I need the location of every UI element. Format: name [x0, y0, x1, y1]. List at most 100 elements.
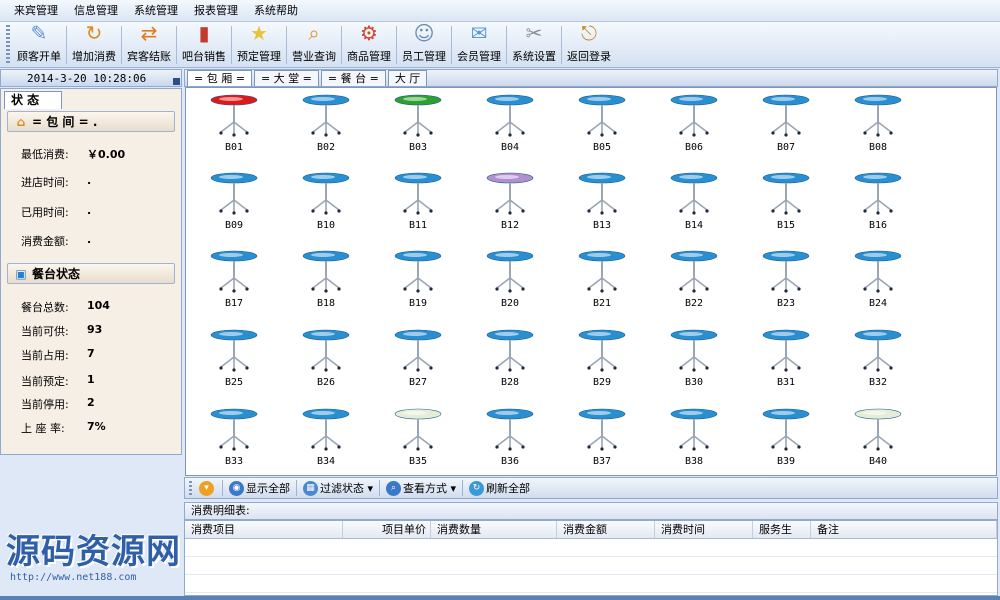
- table-B35[interactable]: B35: [388, 408, 448, 470]
- tab-lobby[interactable]: = 大 堂 =: [253, 70, 319, 86]
- table-free-icon: [210, 250, 258, 293]
- table-B29[interactable]: B29: [572, 329, 632, 391]
- filter-button-3[interactable]: ⌕ 查看方式 ▾: [383, 480, 459, 496]
- toolbar-button-1[interactable]: ↻ 增加消费: [68, 21, 120, 67]
- detail-column-header[interactable]: 消费项目: [185, 521, 343, 538]
- collapse-corner-icon[interactable]: [173, 78, 180, 85]
- menu-info[interactable]: 信息管理: [66, 0, 126, 22]
- tab-dining-table[interactable]: = 餐 台 =: [320, 70, 386, 86]
- filter-button-1[interactable]: ◉ 显示全部: [226, 480, 293, 496]
- menu-guest[interactable]: 来宾管理: [6, 0, 66, 22]
- table-B36[interactable]: B36: [480, 408, 540, 470]
- toolbar-grip[interactable]: [6, 25, 10, 63]
- table-B28[interactable]: B28: [480, 329, 540, 391]
- detail-row[interactable]: [185, 575, 997, 593]
- table-B02[interactable]: B02: [296, 94, 356, 156]
- table-B01[interactable]: B01: [204, 94, 264, 156]
- table-B13[interactable]: B13: [572, 172, 632, 234]
- filter-button-0[interactable]: ▾: [196, 480, 219, 496]
- menu-report[interactable]: 报表管理: [186, 0, 246, 22]
- filter-grip[interactable]: [189, 481, 192, 495]
- detail-column-header[interactable]: 项目单价: [343, 521, 431, 538]
- table-B10[interactable]: B10: [296, 172, 356, 234]
- table-label: B35: [408, 456, 428, 467]
- table-B08[interactable]: B08: [848, 94, 908, 156]
- table-B26[interactable]: B26: [296, 329, 356, 391]
- table-B39[interactable]: B39: [756, 408, 816, 470]
- table-free-icon: [854, 94, 902, 137]
- table-B03[interactable]: B03: [388, 94, 448, 156]
- filter-button-2[interactable]: ▦ 过滤状态 ▾: [300, 480, 376, 496]
- table-B05[interactable]: B05: [572, 94, 632, 156]
- toolbar-button-8[interactable]: ✉ 会员管理: [453, 21, 505, 67]
- table-B19[interactable]: B19: [388, 250, 448, 312]
- menu-help[interactable]: 系统帮助: [246, 0, 306, 22]
- table-B27[interactable]: B27: [388, 329, 448, 391]
- table-label: B21: [592, 298, 612, 309]
- table-reserved-icon: [394, 94, 442, 137]
- table-free-icon: [762, 172, 810, 215]
- table-B14[interactable]: B14: [664, 172, 724, 234]
- tab-private-room[interactable]: = 包 厢 =: [187, 70, 252, 86]
- table-stat: 餐台总数: 104: [21, 299, 110, 315]
- table-B33[interactable]: B33: [204, 408, 264, 470]
- toolbar-button-7[interactable]: ☺ 员工管理: [398, 21, 450, 67]
- table-B25[interactable]: B25: [204, 329, 264, 391]
- toolbar-button-9[interactable]: ✂ 系统设置: [508, 21, 560, 67]
- table-B06[interactable]: B06: [664, 94, 724, 156]
- table-B40[interactable]: B40: [848, 408, 908, 470]
- table-B09[interactable]: B09: [204, 172, 264, 234]
- reservation-icon: ★: [250, 21, 268, 45]
- detail-row[interactable]: [185, 539, 997, 557]
- toolbar-separator: [121, 26, 122, 64]
- toolbar-button-0[interactable]: ✎ 顾客开单: [13, 21, 65, 67]
- detail-column-header[interactable]: 服务生: [753, 521, 811, 538]
- toolbar-button-5[interactable]: ⌕ 营业查询: [288, 21, 340, 67]
- table-B30[interactable]: B30: [664, 329, 724, 391]
- filter-button-4[interactable]: ↻ 刷新全部: [466, 480, 533, 496]
- table-stopped-icon: [394, 408, 442, 451]
- table-B34[interactable]: B34: [296, 408, 356, 470]
- menu-system[interactable]: 系统管理: [126, 0, 186, 22]
- toolbar-button-3[interactable]: ▮ 吧台销售: [178, 21, 230, 67]
- table-B04[interactable]: B04: [480, 94, 540, 156]
- table-B24[interactable]: B24: [848, 250, 908, 312]
- tab-status[interactable]: 状 态: [4, 91, 62, 109]
- detail-column-header[interactable]: 消费时间: [655, 521, 753, 538]
- table-B32[interactable]: B32: [848, 329, 908, 391]
- toolbar-button-2[interactable]: ⇄ 宾客结账: [123, 21, 175, 67]
- table-B16[interactable]: B16: [848, 172, 908, 234]
- filter-separator: [222, 480, 223, 496]
- table-B38[interactable]: B38: [664, 408, 724, 470]
- table-grid: B01 B02 B03 B04 B05 B06 B07 B08 B09 B10 B11 B12 B13 B…: [185, 87, 997, 476]
- table-free-icon: [302, 250, 350, 293]
- table-B20[interactable]: B20: [480, 250, 540, 312]
- table-B12[interactable]: B12: [480, 172, 540, 234]
- table-B22[interactable]: B22: [664, 250, 724, 312]
- table-label: B03: [408, 142, 428, 153]
- table-B21[interactable]: B21: [572, 250, 632, 312]
- field-value: .: [87, 233, 92, 246]
- toolbar-button-4[interactable]: ★ 预定管理: [233, 21, 285, 67]
- table-B31[interactable]: B31: [756, 329, 816, 391]
- table-B15[interactable]: B15: [756, 172, 816, 234]
- detail-column-header[interactable]: 备注: [811, 521, 997, 538]
- table-label: B10: [316, 220, 336, 231]
- table-B07[interactable]: B07: [756, 94, 816, 156]
- detail-column-header[interactable]: 消费金额: [557, 521, 655, 538]
- toolbar-button-10[interactable]: ⎋ 返回登录: [563, 21, 615, 67]
- table-status-icon: ▣: [15, 266, 27, 281]
- table-B23[interactable]: B23: [756, 250, 816, 312]
- table-label: B28: [500, 377, 520, 388]
- table-B18[interactable]: B18: [296, 250, 356, 312]
- table-free-icon: [302, 408, 350, 451]
- checkout-icon: ⇄: [140, 21, 158, 45]
- table-B11[interactable]: B11: [388, 172, 448, 234]
- detail-row[interactable]: [185, 557, 997, 575]
- table-B37[interactable]: B37: [572, 408, 632, 470]
- table-B17[interactable]: B17: [204, 250, 264, 312]
- toolbar-button-6[interactable]: ⚙ 商品管理: [343, 21, 395, 67]
- table-stat: 当前可供: 93: [21, 323, 102, 339]
- detail-column-header[interactable]: 消费数量: [431, 521, 557, 538]
- tab-hall[interactable]: 大 厅: [387, 70, 428, 86]
